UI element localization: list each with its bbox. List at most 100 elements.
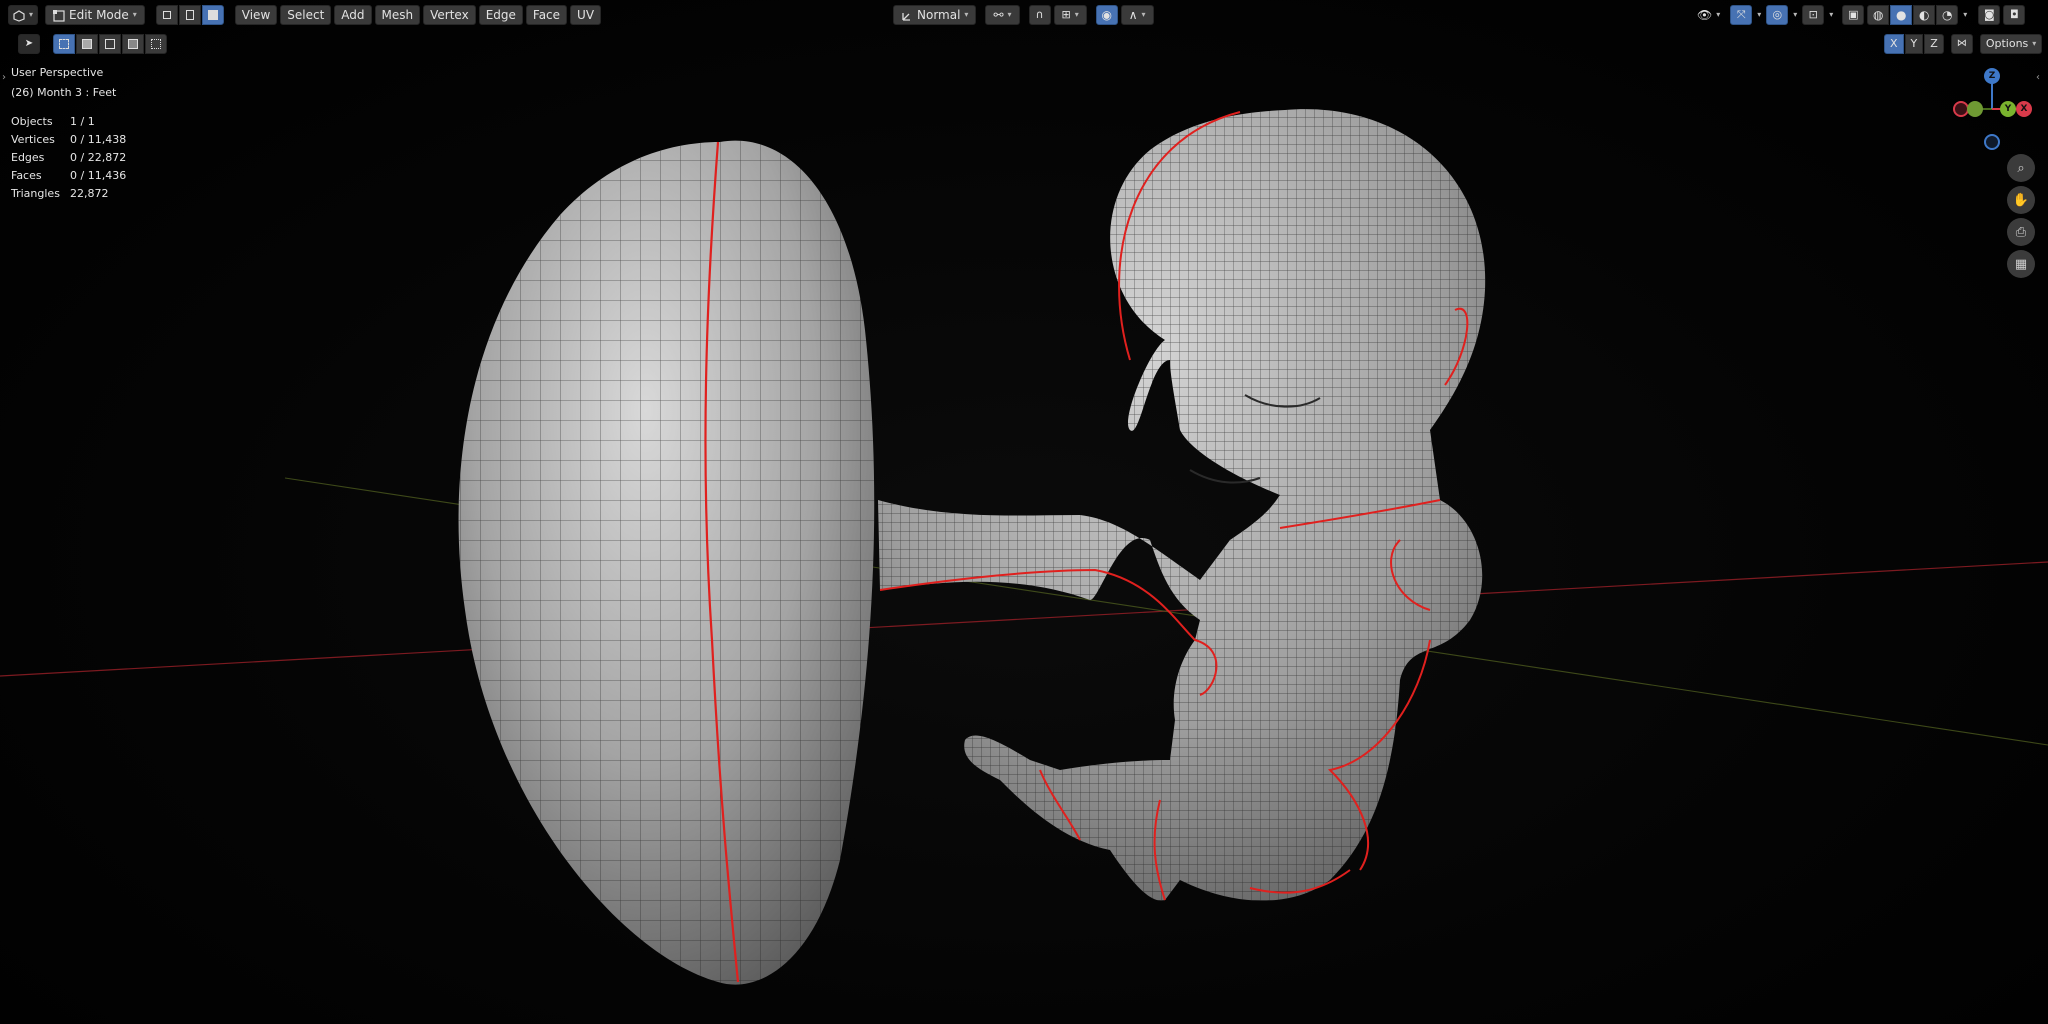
menu-face[interactable]: Face [525, 5, 568, 25]
mirror-z-toggle[interactable]: Z [1924, 34, 1944, 54]
stats-row-faces: Faces 0 / 11,436 [11, 167, 126, 185]
rendered-sphere-icon: ◔ [1942, 8, 1953, 22]
select-invert-button[interactable] [122, 34, 144, 54]
selection-mode-group [53, 34, 167, 54]
select-intersect-icon [151, 39, 161, 49]
toolbar-expand-arrow[interactable]: › [2, 72, 6, 83]
snap-toggle-button[interactable]: ∩ [1028, 5, 1051, 25]
proportional-editing-button[interactable]: ◉ [1095, 5, 1118, 25]
chevron-down-icon: ▾ [1716, 10, 1721, 19]
falloff-curve-icon: ∧ [1128, 8, 1138, 22]
eye-icon: 👁 [1697, 8, 1713, 22]
butterfly-icon: ⋈ [1956, 38, 1967, 49]
snap-target-dropdown[interactable]: ⊞ ▾ [1053, 5, 1087, 25]
view-name: User Perspective [11, 66, 104, 79]
pan-button[interactable]: ✋ [2007, 186, 2035, 214]
projection-toggle-button[interactable]: ▦ [2007, 250, 2035, 278]
chevron-down-icon: ▾ [29, 10, 34, 19]
mode-dropdown[interactable]: Edit Mode ▾ [45, 5, 145, 25]
magnet-icon: ∩ [1035, 8, 1044, 21]
camera-view-button[interactable]: ◘ [2003, 5, 2026, 25]
visibility-dropdown[interactable]: 👁 ▾ [1690, 5, 1727, 25]
face-select-button[interactable] [201, 5, 224, 25]
chevron-down-icon: ▾ [1829, 10, 1834, 19]
stat-value: 22,872 [70, 187, 109, 200]
zoom-icon: ⌕ [2017, 160, 2025, 176]
select-intersect-button[interactable] [145, 34, 167, 54]
show-gizmo-button[interactable]: ⤧ [1730, 5, 1753, 25]
mirror-axis-group: X Y Z [1884, 34, 1944, 54]
stat-value: 0 / 11,438 [70, 133, 127, 146]
stats-row-triangles: Triangles 22,872 [11, 185, 126, 203]
grid-icon: ▦ [2014, 256, 2028, 272]
falloff-dropdown[interactable]: ∧ ▾ [1120, 5, 1154, 25]
gizmo-y-axis[interactable]: Y [2000, 101, 2016, 117]
stat-value: 0 / 22,872 [70, 151, 127, 164]
chevron-down-icon: ▾ [1074, 10, 1079, 19]
3d-viewport[interactable]: ▾ Edit Mode ▾ View Select Add Mesh Verte… [0, 0, 2048, 1024]
mesh-overlays-dropdown[interactable]: ▾ [1827, 5, 1835, 25]
shading-wireframe-button[interactable]: ◍ [1867, 5, 1890, 25]
menu-add[interactable]: Add [334, 5, 372, 25]
vertex-select-button[interactable] [155, 5, 178, 25]
statistics-overlay: Objects 1 / 1 Vertices 0 / 11,438 Edges 0 /… [11, 113, 126, 203]
select-mode-group [155, 5, 224, 25]
edge-select-icon [185, 10, 194, 20]
select-extend-button[interactable] [76, 34, 98, 54]
mesh-edit-overlays-button[interactable]: ⊡ [1802, 5, 1825, 25]
stats-row-vertices: Vertices 0 / 11,438 [11, 131, 126, 149]
menu-select[interactable]: Select [280, 5, 332, 25]
chevron-down-icon: ▾ [1141, 10, 1146, 19]
options-dropdown[interactable]: Options ▾ [1979, 34, 2043, 54]
stat-value: 1 / 1 [70, 115, 95, 128]
select-new-button[interactable] [53, 34, 75, 54]
mirror-x-toggle[interactable]: X [1884, 34, 1904, 54]
mirror-y-toggle[interactable]: Y [1904, 34, 1924, 54]
navigation-gizmo[interactable]: Z Y X [1950, 64, 2040, 154]
face-select-icon [207, 10, 218, 20]
header-menus: View Select Add Mesh Vertex Edge Face UV [234, 5, 602, 25]
pivot-point-dropdown[interactable]: ⚯ ▾ [985, 5, 1020, 25]
embryo-mesh [878, 109, 1486, 901]
camera-icon: ◘ [2009, 8, 2019, 21]
select-subtract-button[interactable] [99, 34, 121, 54]
shading-material-button[interactable]: ◐ [1913, 5, 1936, 25]
pivot-icon: ⚯ [993, 8, 1004, 22]
menu-mesh[interactable]: Mesh [374, 5, 421, 25]
gizmo-x-axis[interactable]: X [2016, 101, 2032, 117]
stat-label: Edges [11, 151, 45, 164]
edge-select-button[interactable] [178, 5, 201, 25]
gizmo-z-axis[interactable]: Z [1984, 68, 2000, 84]
overlays-dropdown[interactable]: ▾ [1791, 5, 1799, 25]
stat-label: Objects [11, 115, 53, 128]
shading-dropdown[interactable]: ▾ [1961, 5, 1969, 25]
menu-edge[interactable]: Edge [478, 5, 523, 25]
stats-row-objects: Objects 1 / 1 [11, 113, 126, 131]
render-region-button[interactable]: ◙ [1978, 5, 2001, 25]
mirror-options-button[interactable]: ⋈ [1950, 34, 1973, 54]
shading-rendered-button[interactable]: ◔ [1936, 5, 1959, 25]
editor-type-button[interactable]: ▾ [8, 5, 39, 25]
tool-cursor-button[interactable]: ➤ [18, 34, 40, 54]
edit-mode-icon [53, 9, 65, 22]
gizmo-neg-y-axis[interactable] [1967, 101, 1983, 117]
menu-vertex[interactable]: Vertex [423, 5, 476, 25]
solid-sphere-icon: ● [1896, 8, 1907, 22]
gizmo-dropdown[interactable]: ▾ [1755, 5, 1763, 25]
gizmo-neg-z-axis[interactable] [1984, 134, 2000, 150]
hand-icon: ✋ [2012, 192, 2030, 208]
gizmo-icon: ⤧ [1736, 8, 1746, 21]
shading-solid-button[interactable]: ● [1890, 5, 1913, 25]
menu-uv[interactable]: UV [570, 5, 602, 25]
xray-toggle-button[interactable]: ▣ [1842, 5, 1865, 25]
stat-label: Triangles [11, 187, 60, 200]
show-overlays-button[interactable]: ◎ [1766, 5, 1789, 25]
chevron-down-icon: ▾ [964, 10, 969, 19]
snap-increment-icon: ⊞ [1061, 8, 1071, 21]
menu-view[interactable]: View [234, 5, 278, 25]
transform-orientation-dropdown[interactable]: Normal ▾ [893, 5, 977, 25]
chevron-down-icon: ▾ [1793, 10, 1798, 19]
camera-toggle-button[interactable]: ⎙ [2007, 218, 2035, 246]
select-invert-icon [128, 39, 138, 49]
zoom-button[interactable]: ⌕ [2007, 154, 2035, 182]
